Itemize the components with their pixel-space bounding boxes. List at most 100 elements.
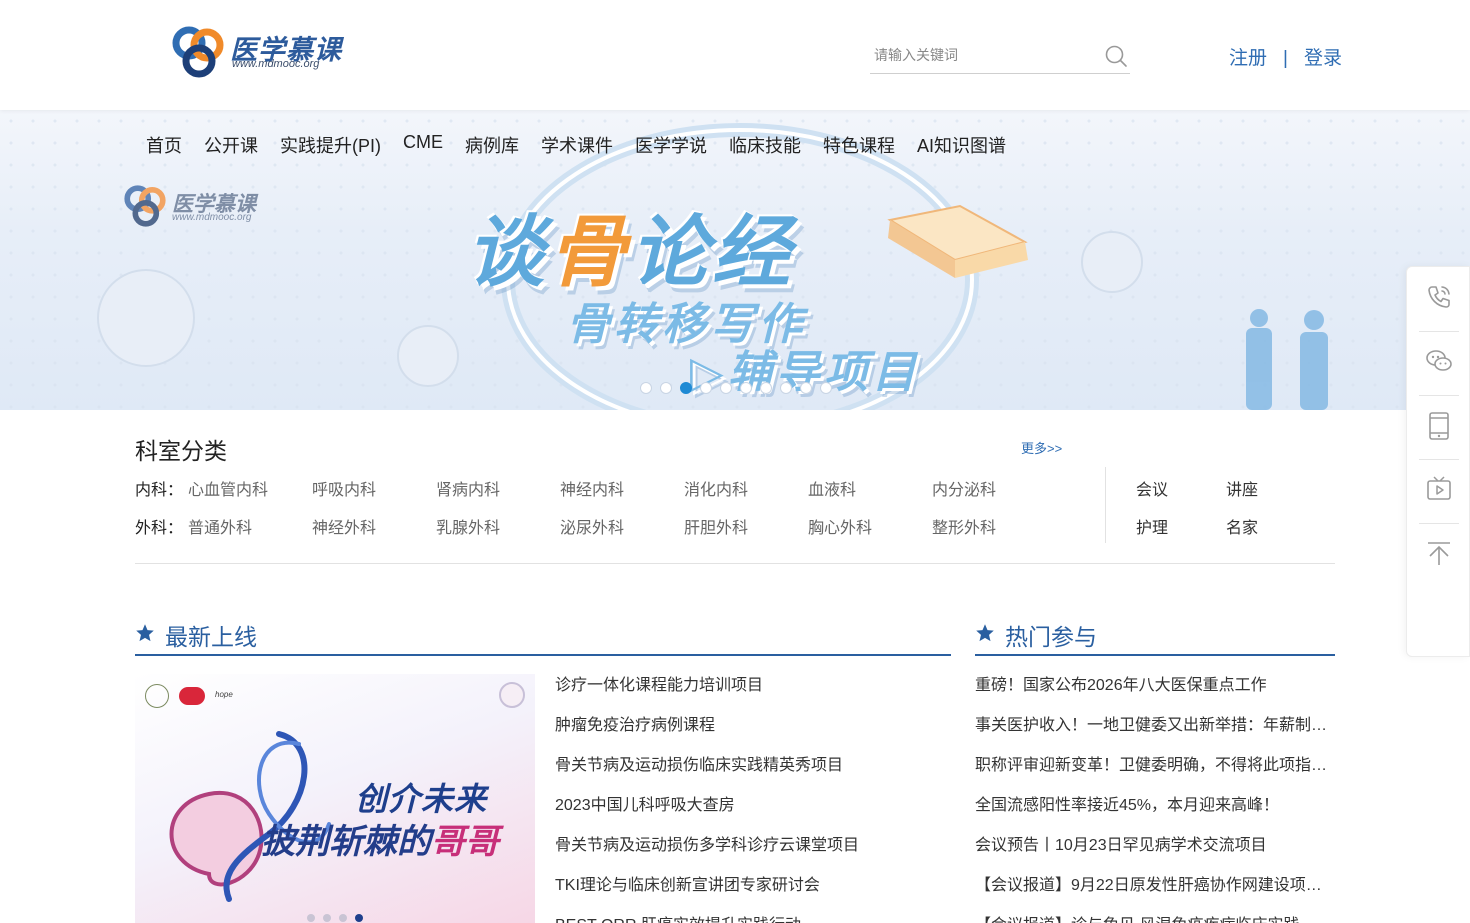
hot-list-item[interactable]: 全国流感阳性率接近45%，本月迎来高峰！ [975, 794, 1330, 834]
back-to-top-button[interactable] [1407, 523, 1470, 587]
hot-section-title: 热门参与 [1005, 624, 1097, 650]
side-link-meetings[interactable]: 会议 [1136, 476, 1168, 500]
latest-section-heading: 最新上线 [135, 618, 951, 656]
latest-list-item[interactable]: 肿瘤免疫治疗病例课程 [555, 714, 951, 754]
promo-dot[interactable] [339, 914, 347, 922]
dept-link[interactable]: 乳腺外科 [436, 514, 500, 538]
banner-logo-mark-icon [124, 185, 166, 227]
logo-mark-icon [172, 26, 224, 78]
dept-link[interactable]: 肝胆外科 [684, 514, 748, 538]
dept-link[interactable]: 胸心外科 [808, 514, 872, 538]
banner-dot[interactable] [640, 382, 652, 394]
side-link-nursing[interactable]: 护理 [1136, 514, 1168, 538]
contact-phone-button[interactable] [1407, 267, 1470, 331]
hero-banner[interactable]: 首页 公开课 实践提升(PI) CME 病例库 学术课件 医学学说 临床技能 特… [0, 110, 1470, 410]
login-link[interactable]: 登录 [1304, 48, 1342, 69]
latest-list-item[interactable]: 诊疗一体化课程能力培训项目 [555, 674, 951, 714]
sponsor-seal-icon [145, 684, 169, 708]
surgery-row: 外科： 普通外科 神经外科 乳腺外科 泌尿外科 肝胆外科 胸心外科 整形外科 [135, 514, 1095, 538]
search-input[interactable] [874, 44, 1094, 66]
banner-dot[interactable] [740, 382, 752, 394]
video-channel-button[interactable] [1407, 459, 1470, 523]
book-icon [887, 204, 1028, 278]
site-logo[interactable]: 医学慕课 www.mdmooc.org [172, 26, 352, 78]
hot-list-item[interactable]: 事关医护收入！一地卫健委又出新举措：年薪制… [975, 714, 1330, 754]
latest-list-item[interactable]: 2023中国儿科呼吸大查房 [555, 794, 951, 834]
logo-url: www.mdmooc.org [232, 58, 320, 70]
dept-link[interactable]: 泌尿外科 [560, 514, 624, 538]
nav-featured-courses[interactable]: 特色课程 [823, 132, 895, 158]
nav-cme[interactable]: CME [403, 132, 443, 158]
nav-clinical-skills[interactable]: 临床技能 [729, 132, 801, 158]
hot-list-item[interactable]: 职称评审迎新变革！卫健委明确，不得将此项指… [975, 754, 1330, 794]
department-title: 科室分类 [135, 438, 227, 464]
main-nav: 首页 公开课 实践提升(PI) CME 病例库 学术课件 医学学说 临床技能 特… [146, 132, 1006, 158]
latest-promo-carousel[interactable]: hope 创介未来 披荆斩棘的哥哥 [135, 674, 535, 923]
banner-dot[interactable] [700, 382, 712, 394]
search-icon[interactable] [1104, 44, 1128, 68]
banner-logo-url: www.mdmooc.org [172, 212, 252, 223]
dept-link[interactable]: 神经内科 [560, 476, 624, 500]
internal-medicine-row: 内科： 心血管内科 呼吸内科 肾病内科 神经内科 消化内科 血液科 内分泌科 [135, 476, 1095, 500]
dept-link[interactable]: 内分泌科 [932, 476, 996, 500]
star-icon [976, 624, 994, 642]
auth-links: 注册 | 登录 [1229, 43, 1342, 70]
dept-link[interactable]: 消化内科 [684, 476, 748, 500]
banner-dot[interactable] [660, 382, 672, 394]
latest-list-item[interactable]: BEST ORR 肝癌实效提升实践行动 [555, 914, 951, 923]
nav-pi[interactable]: 实践提升(PI) [280, 132, 381, 158]
side-link-experts[interactable]: 名家 [1226, 514, 1258, 538]
promo-dot[interactable] [307, 914, 315, 922]
wechat-icon [1426, 350, 1452, 371]
banner-pagination [640, 382, 832, 394]
promo-dot[interactable] [355, 914, 363, 922]
internal-medicine-label: 内科： [135, 482, 184, 499]
dept-link[interactable]: 血液科 [808, 476, 856, 500]
video-icon [1427, 476, 1451, 500]
banner-dot[interactable] [680, 382, 692, 394]
banner-dot[interactable] [800, 382, 812, 394]
tablet-icon [1429, 412, 1449, 440]
nav-case-library[interactable]: 病例库 [465, 132, 519, 158]
wechat-button[interactable] [1407, 331, 1470, 395]
side-link-lectures[interactable]: 讲座 [1226, 476, 1258, 500]
banner-dot[interactable] [820, 382, 832, 394]
hot-list-item[interactable]: 【会议报道】9月22日原发性肝癌协作网建设项… [975, 874, 1330, 914]
dept-link[interactable]: 整形外科 [932, 514, 996, 538]
banner-dot[interactable] [720, 382, 732, 394]
nav-home[interactable]: 首页 [146, 132, 182, 158]
nav-ai-knowledge-graph[interactable]: AI知识图谱 [917, 132, 1006, 158]
latest-list-item[interactable]: 骨关节病及运动损伤多学科诊疗云课堂项目 [555, 834, 951, 874]
promo-title-2: 披荆斩棘的哥哥 [261, 823, 499, 861]
latest-section-title: 最新上线 [165, 624, 257, 650]
dept-link[interactable]: 心血管内科 [188, 476, 268, 500]
surgery-label: 外科： [135, 520, 184, 537]
latest-list-item[interactable]: 骨关节病及运动损伤临床实践精英秀项目 [555, 754, 951, 794]
register-link[interactable]: 注册 [1229, 48, 1267, 69]
latest-list-item[interactable]: TKI理论与临床创新宣讲团专家研讨会 [555, 874, 951, 914]
banner-dot[interactable] [760, 382, 772, 394]
dept-link[interactable]: 普通外科 [188, 514, 252, 538]
promo-dot[interactable] [323, 914, 331, 922]
promo-sponsor-logos: hope [145, 684, 245, 708]
nav-academic-slides[interactable]: 学术课件 [541, 132, 613, 158]
banner-dot[interactable] [780, 382, 792, 394]
department-more-link[interactable]: 更多>> [1021, 438, 1062, 457]
hot-list-item[interactable]: 重磅！国家公布2026年八大医保重点工作 [975, 674, 1330, 714]
sponsor-hope-text: hope [215, 690, 233, 699]
dept-link[interactable]: 神经外科 [312, 514, 376, 538]
auth-separator: | [1283, 48, 1288, 69]
dept-link[interactable]: 呼吸内科 [312, 476, 376, 500]
back-to-top-icon [1428, 542, 1450, 565]
department-section: 科室分类 更多>> 内科： 心血管内科 呼吸内科 肾病内科 神经内科 消化内科 … [135, 410, 1335, 564]
promo-badge-icon [499, 682, 525, 708]
hot-list-item[interactable]: 【会议报道】诊与免见 风湿免疫疾病临床实践能… [975, 914, 1330, 923]
mobile-app-button[interactable] [1407, 395, 1470, 459]
hot-list-item[interactable]: 会议预告丨10月23日罕见病学术交流项目 [975, 834, 1330, 874]
search-box [870, 36, 1130, 74]
latest-list: 诊疗一体化课程能力培训项目 肿瘤免疫治疗病例课程 骨关节病及运动损伤临床实践精英秀项… [555, 674, 951, 923]
dept-link[interactable]: 肾病内科 [436, 476, 500, 500]
nav-open-courses[interactable]: 公开课 [204, 132, 258, 158]
nav-medical-theory[interactable]: 医学学说 [635, 132, 707, 158]
banner-headline: 谈骨论经 [466, 208, 795, 296]
